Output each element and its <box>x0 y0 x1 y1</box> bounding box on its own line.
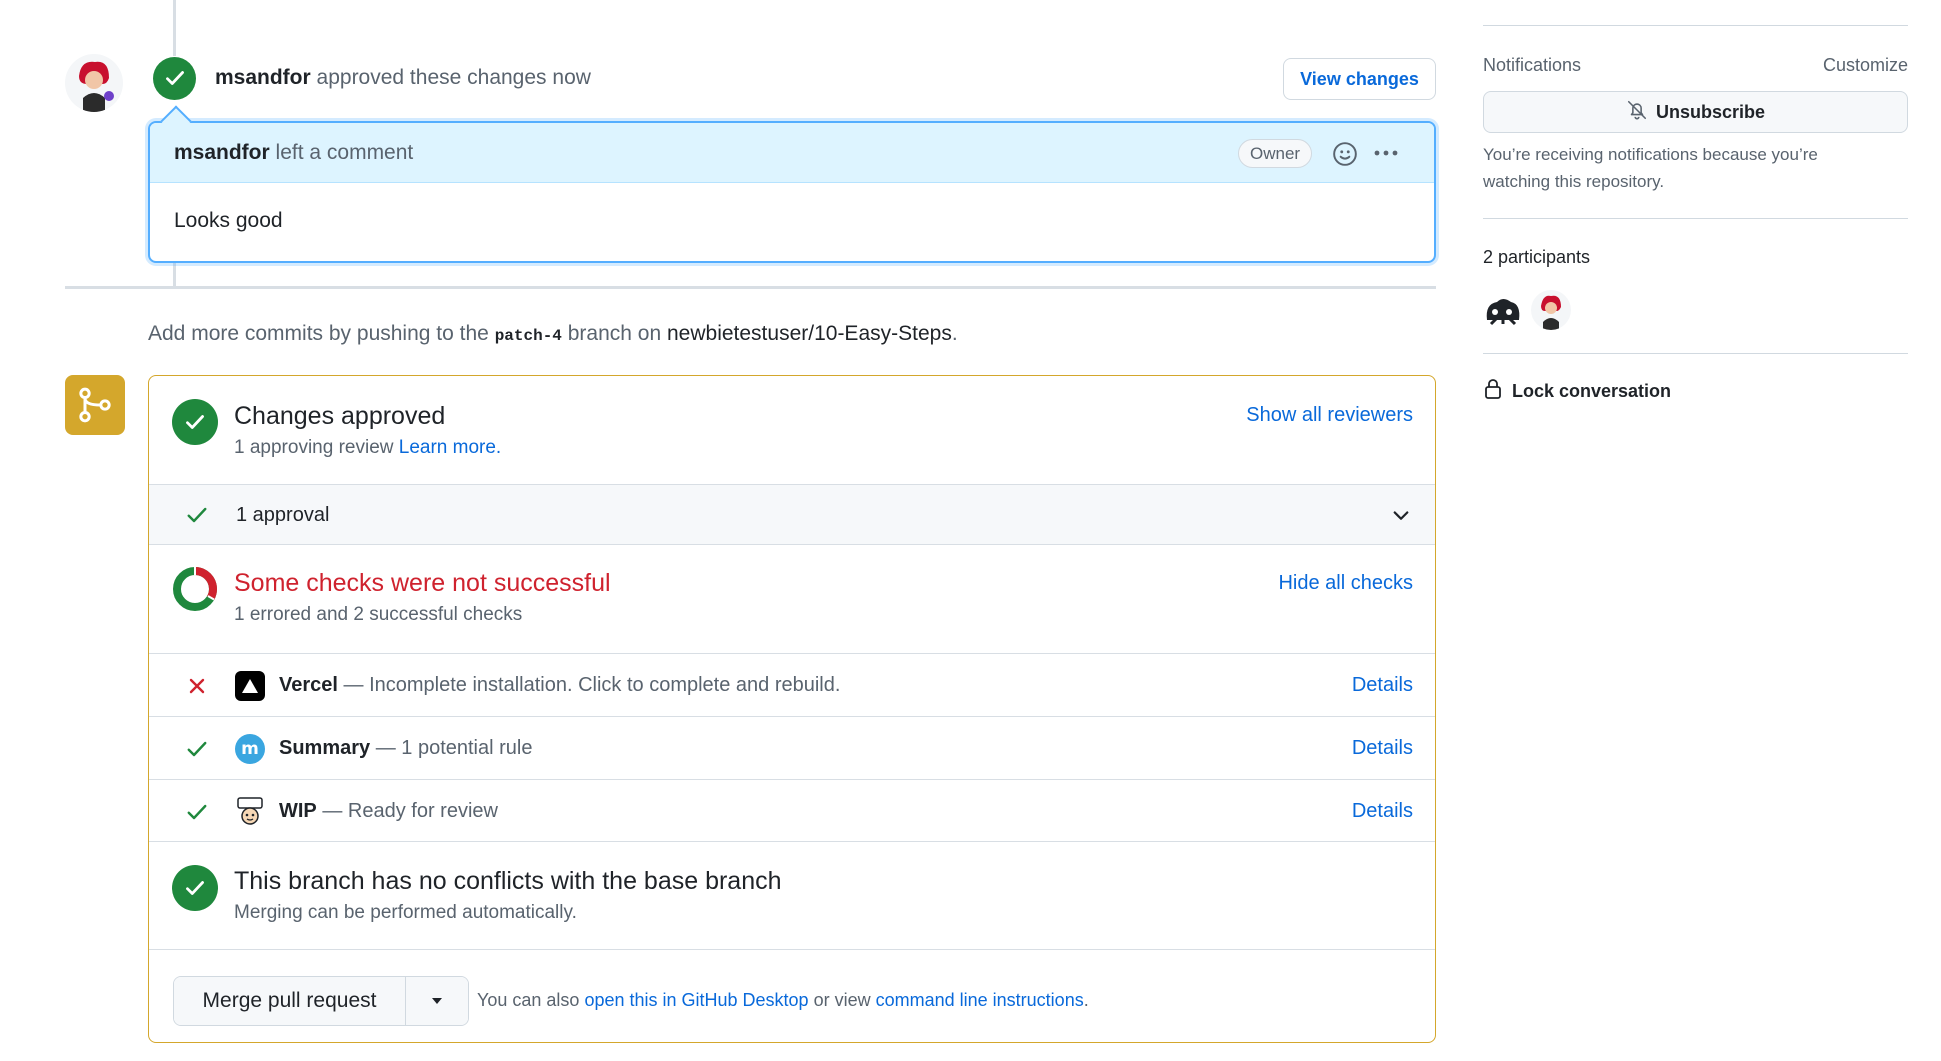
check-row-summary: m Summary — 1 potential rule Details <box>149 717 1435 780</box>
approval-section: Changes approved 1 approving review Lear… <box>149 376 1435 485</box>
lock-conversation-label: Lock conversation <box>1512 381 1672 401</box>
merge-status-icon <box>65 375 125 435</box>
approval-row[interactable]: 1 approval <box>149 485 1435 545</box>
check-details-link[interactable]: Details <box>1352 737 1413 760</box>
view-changes-button[interactable]: View changes <box>1283 58 1436 100</box>
participant-avatar[interactable] <box>1531 290 1571 330</box>
triangle-down-icon <box>430 990 444 1012</box>
merge-method-dropdown[interactable] <box>406 977 468 1025</box>
sidebar-divider <box>1483 25 1908 26</box>
notifications-heading: Notifications <box>1483 55 1582 75</box>
check-label: WIP — Ready for review <box>279 800 498 823</box>
hide-all-checks-link[interactable]: Hide all checks <box>1278 572 1413 595</box>
check-details-link[interactable]: Details <box>1352 674 1413 697</box>
approval-title: Changes approved <box>234 402 446 430</box>
lock-conversation-button[interactable]: Lock conversation <box>1483 378 1671 405</box>
comment-author[interactable]: msandfor <box>174 141 270 164</box>
check-icon <box>185 503 209 533</box>
check-icon <box>185 737 209 767</box>
check-details-link[interactable]: Details <box>1352 800 1413 823</box>
comment-author-line: msandfor left a comment <box>174 141 413 165</box>
review-action: approved these changes <box>316 66 547 89</box>
chevron-down-icon[interactable] <box>1391 505 1411 531</box>
checks-status-donut-icon <box>172 566 218 612</box>
check-row-vercel: Vercel — Incomplete installation. Click … <box>149 654 1435 717</box>
participants-list <box>1483 290 1571 330</box>
checks-subtext: 1 errored and 2 successful checks <box>234 604 523 625</box>
comment-body: Looks good <box>174 209 283 232</box>
more-options-icon[interactable] <box>1373 143 1399 169</box>
merge-note-middle: or view <box>813 990 871 1010</box>
approval-label-text: 1 approval <box>236 504 330 526</box>
command-line-instructions-link[interactable]: command line instructions <box>876 990 1084 1010</box>
check-label: Summary — 1 potential rule <box>279 737 532 760</box>
merge-pull-request-button[interactable]: Merge pull request <box>174 977 406 1025</box>
sidebar-divider <box>1483 353 1908 354</box>
reviewer-avatar[interactable] <box>65 54 123 112</box>
check-label: Vercel — Incomplete installation. Click … <box>279 674 840 697</box>
review-time[interactable]: now <box>552 66 591 89</box>
conflicts-title: This branch has no conflicts with the ba… <box>234 867 782 895</box>
approval-count: 1 approving review <box>234 437 394 458</box>
conflicts-subtext: Merging can be performed automatically. <box>234 902 577 923</box>
notification-reason: You’re receiving notifications because y… <box>1483 145 1818 191</box>
error-x-icon <box>185 674 209 704</box>
approved-check-icon <box>172 399 218 445</box>
check-name: Summary <box>279 737 371 759</box>
merge-box: Changes approved 1 approving review Lear… <box>148 375 1436 1043</box>
approval-subtext: 1 approving review Learn more. <box>234 437 501 459</box>
push-hint-middle: branch on <box>567 322 662 345</box>
review-event-text: msandfor approved these changes now <box>215 66 591 90</box>
comment-action: left a comment <box>275 140 414 164</box>
check-name: Vercel <box>279 674 338 696</box>
timeline-divider <box>65 286 1436 289</box>
open-in-desktop-link[interactable]: open this in GitHub Desktop <box>584 990 808 1010</box>
merge-note: You can also open this in GitHub Desktop… <box>477 990 1089 1011</box>
unsubscribe-label: Unsubscribe <box>1655 101 1766 122</box>
mergeable-logo-icon: m <box>235 734 265 764</box>
customize-link[interactable]: Customize <box>1823 55 1908 76</box>
bell-slash-icon <box>1626 99 1648 126</box>
wip-logo-icon <box>235 796 265 826</box>
checks-section: Some checks were not successful 1 errore… <box>149 545 1435 654</box>
merge-button-group: Merge pull request <box>173 976 469 1026</box>
learn-more-link[interactable]: Learn more. <box>399 437 501 458</box>
check-name: WIP <box>279 800 317 822</box>
vercel-logo-icon <box>235 671 265 701</box>
add-reaction-icon[interactable] <box>1332 141 1358 173</box>
merge-note-prefix: You can also <box>477 990 580 1010</box>
conflicts-section: This branch has no conflicts with the ba… <box>149 842 1435 950</box>
check-icon <box>185 800 209 830</box>
checks-title: Some checks were not successful <box>234 569 611 597</box>
lock-icon <box>1483 378 1503 405</box>
repo-link[interactable]: newbietestuser/10-Easy-Steps <box>667 322 952 345</box>
timeline-line-top <box>173 0 176 56</box>
comment-header: msandfor left a comment Owner <box>150 123 1434 183</box>
timeline-line-bottom <box>173 262 176 286</box>
check-row-wip: WIP — Ready for review Details <box>149 780 1435 842</box>
push-hint-suffix: . <box>951 322 958 345</box>
show-all-reviewers-link[interactable]: Show all reviewers <box>1246 404 1413 427</box>
no-conflicts-check-icon <box>172 865 218 911</box>
participant-avatar[interactable] <box>1483 290 1523 330</box>
approved-check-icon <box>153 56 196 100</box>
review-event: msandfor approved these changes now <box>153 54 1423 102</box>
unsubscribe-button[interactable]: Unsubscribe <box>1483 91 1908 133</box>
merge-note-suffix: . <box>1083 990 1089 1010</box>
approval-row-label: 1 approval <box>236 504 329 527</box>
check-desc: — 1 potential rule <box>375 737 533 759</box>
owner-badge: Owner <box>1238 139 1313 168</box>
push-hint: Add more commits by pushing to the patch… <box>148 322 958 346</box>
review-comment: msandfor left a comment Owner Looks good <box>148 105 1436 263</box>
branch-name: patch-4 <box>494 327 562 345</box>
participants-heading: 2 participants <box>1483 247 1591 267</box>
reviewer-name[interactable]: msandfor <box>215 66 311 89</box>
check-desc: — Ready for review <box>322 800 498 822</box>
sidebar-divider <box>1483 218 1908 219</box>
check-desc: — Incomplete installation. Click to comp… <box>343 674 841 696</box>
push-hint-prefix: Add more commits by pushing to the <box>148 322 489 345</box>
